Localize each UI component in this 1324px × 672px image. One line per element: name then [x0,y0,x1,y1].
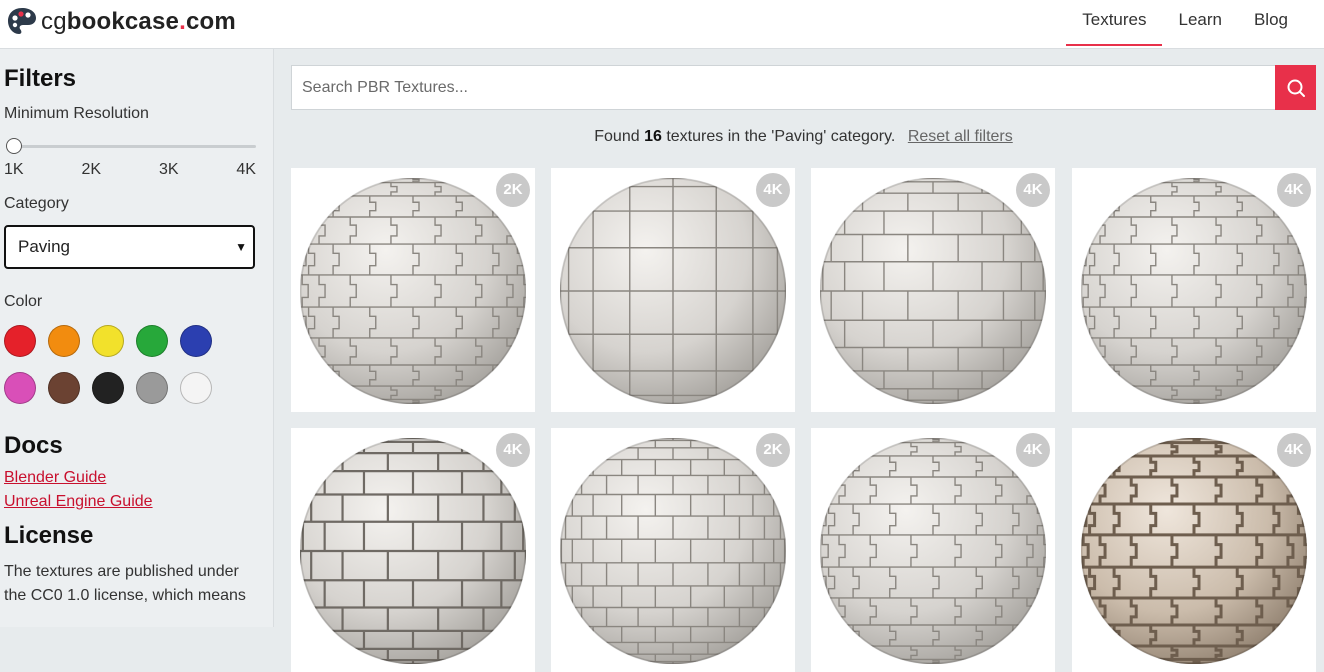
color-swatch-red[interactable] [4,325,36,357]
color-swatch-green[interactable] [136,325,168,357]
license-heading: License [4,522,94,549]
texture-sphere-preview [300,438,526,664]
nav-blog[interactable]: Blog [1238,0,1304,46]
texture-card[interactable]: 2K [291,168,535,412]
category-value: Paving [18,237,70,256]
nav-learn[interactable]: Learn [1162,0,1237,46]
color-label: Color [4,293,43,310]
slider-track[interactable] [8,145,256,148]
main-nav: Textures Learn Blog [1066,0,1304,48]
texture-card[interactable]: 4K [291,428,535,672]
color-swatch-yellow[interactable] [92,325,124,357]
texture-sphere-preview [820,438,1046,664]
reset-filters-link[interactable]: Reset all filters [908,128,1013,145]
nav-textures[interactable]: Textures [1066,0,1163,46]
slider-thumb[interactable] [6,138,22,154]
color-swatch-orange[interactable] [48,325,80,357]
color-swatch-black[interactable] [92,372,124,404]
docs-heading: Docs [4,432,63,459]
unreal-engine-guide-link[interactable]: Unreal Engine Guide [4,490,273,514]
search-icon [1287,79,1305,97]
tick-2k: 2K [81,161,102,178]
texture-sphere-preview [560,178,786,404]
filters-heading: Filters [4,65,77,92]
min-resolution-label: Minimum Resolution [4,105,149,122]
tick-3k: 3K [158,161,179,178]
license-text: The textures are published under the CC0… [4,563,246,604]
resolution-badge: 2K [496,173,530,207]
palette-logo-icon [8,8,36,34]
texture-sphere-preview [560,438,786,664]
texture-card[interactable]: 4K [811,428,1055,672]
color-swatch-blue[interactable] [180,325,212,357]
resolution-slider[interactable] [4,131,256,159]
resolution-badge: 4K [496,433,530,467]
category-label: Category [4,195,69,212]
results-summary: Found 16 textures in the 'Paving' catego… [291,128,1316,146]
site-header: cgbookcase.com Textures Learn Blog [0,0,1324,49]
chevron-down-icon: ▼ [235,240,247,254]
texture-sphere-preview [1081,438,1307,664]
color-swatch-pink[interactable] [4,372,36,404]
texture-card[interactable]: 4K [1072,428,1316,672]
color-swatch-brown[interactable] [48,372,80,404]
texture-sphere-preview [300,178,526,404]
tick-1k: 1K [4,161,24,178]
resolution-badge: 2K [756,433,790,467]
resolution-badge: 4K [1016,173,1050,207]
logo-text: cgbookcase.com [41,8,236,35]
site-logo[interactable]: cgbookcase.com [6,4,236,40]
texture-card[interactable]: 4K [811,168,1055,412]
color-swatches [4,325,273,404]
category-select[interactable]: Paving ▼ [4,225,255,269]
results-prefix: Found [594,128,640,145]
resolution-badge: 4K [1277,173,1311,207]
resolution-badge: 4K [1016,433,1050,467]
resolution-ticks: 1K 2K 3K 4K [4,161,256,179]
texture-card[interactable]: 4K [551,168,795,412]
filters-sidebar: Filters Minimum Resolution 1K 2K 3K 4K C… [0,49,274,627]
color-swatch-white[interactable] [180,372,212,404]
search-bar [291,65,1316,110]
results-count: 16 [644,128,662,145]
texture-card[interactable]: 2K [551,428,795,672]
resolution-badge: 4K [1277,433,1311,467]
resolution-badge: 4K [756,173,790,207]
search-input[interactable] [291,65,1275,110]
search-button[interactable] [1275,65,1316,110]
color-swatch-gray[interactable] [136,372,168,404]
results-suffix: textures in the 'Paving' category. [666,128,896,145]
texture-card[interactable]: 4K [1072,168,1316,412]
blender-guide-link[interactable]: Blender Guide [4,466,273,490]
texture-sphere-preview [1081,178,1307,404]
tick-4k: 4K [236,161,256,178]
texture-sphere-preview [820,178,1046,404]
